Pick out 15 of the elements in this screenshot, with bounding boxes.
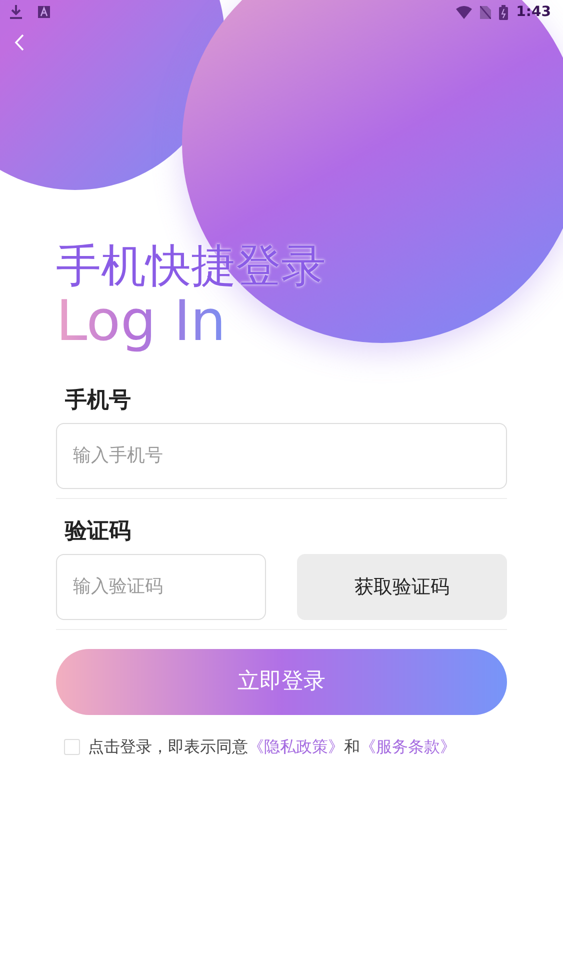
download-icon — [10, 5, 22, 19]
policy-link[interactable]: 《服务条款》 — [360, 736, 456, 756]
code-label: 验证码 — [65, 518, 132, 546]
back-icon[interactable] — [14, 34, 24, 51]
agreement-checkbox[interactable] — [64, 738, 80, 755]
login-button[interactable]: 立即登录 — [56, 648, 507, 715]
battery-icon — [499, 4, 508, 20]
policy-link[interactable]: 《隐私政策》 — [248, 736, 344, 756]
phone-input-field[interactable]: 输入手机号 — [56, 422, 507, 489]
code-input-field[interactable]: 输入验证码 — [56, 554, 266, 620]
get-code-button[interactable]: 获取验证码 — [297, 554, 507, 620]
agreement-text: 点击登录，即表示同意《隐私政策》和《服务条款》 — [88, 736, 456, 758]
phone-label: 手机号 — [65, 386, 132, 415]
wifi-icon — [456, 6, 472, 18]
app-icon — [38, 6, 50, 18]
